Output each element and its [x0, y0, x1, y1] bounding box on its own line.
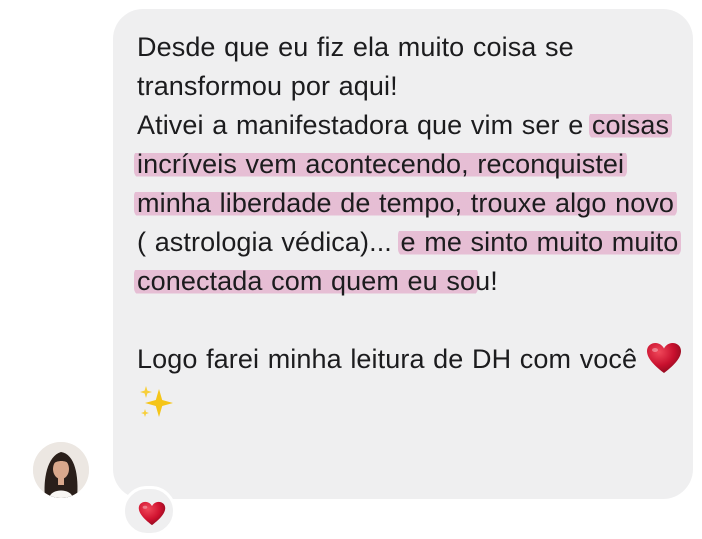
message-text-segment: Ativei a manifestadora que vim ser e	[137, 110, 592, 140]
heart-reaction-icon	[138, 501, 166, 526]
heart-reaction-badge[interactable]	[122, 486, 176, 536]
message-text: Desde que eu fiz ela muito coisa se tran…	[134, 28, 682, 432]
sparkles-icon	[137, 385, 175, 432]
message-text-segment: u!	[475, 266, 498, 296]
red-heart-icon	[646, 342, 682, 385]
profile-avatar[interactable]	[33, 442, 89, 498]
message-paragraph-2: Ativei a manifestadora que vim ser e coi…	[134, 106, 682, 301]
message-paragraph-3: Logo farei minha leitura de DH com você	[137, 340, 682, 432]
message-text-segment: ( astrologia védica)...	[137, 227, 401, 257]
message-text-segment: Logo farei minha leitura de DH com você	[137, 344, 638, 374]
message-paragraph-1: Desde que eu fiz ela muito coisa se tran…	[137, 32, 574, 101]
